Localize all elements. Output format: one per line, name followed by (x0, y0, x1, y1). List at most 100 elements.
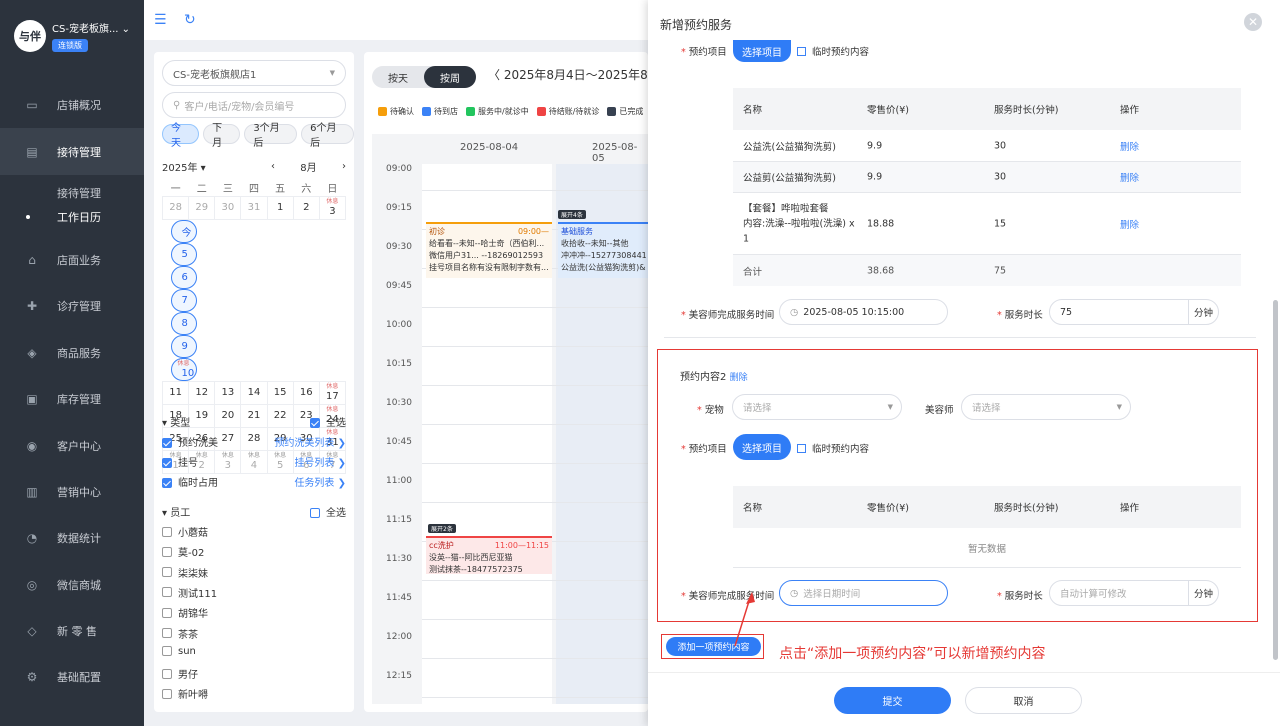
sidebar-item-10[interactable]: ◇ 新 零 售 (0, 608, 144, 654)
select-item-button[interactable]: 选择项目 (733, 434, 791, 460)
appointment-card[interactable]: 基础服务 收拾收--未知--其他 冲冲冲--15277308441 公益洗(公益… (558, 222, 648, 278)
sidebar-item-9[interactable]: ◎ 微信商城 (0, 562, 144, 608)
sidebar-item-4[interactable]: ◈ 商品服务 (0, 330, 144, 376)
calendar-day[interactable]: 11 (161, 380, 190, 405)
legend-item: 待结账/待就诊 (536, 106, 599, 117)
store-select[interactable]: CS-宠老板旗舰店1 ▼ (162, 60, 346, 86)
day-header: 2025-08-04 (460, 142, 519, 153)
pet-select[interactable]: 请选择 ▼ (732, 394, 902, 420)
staff-checkbox[interactable]: 莫-02 (162, 544, 204, 559)
temp-content-checkbox[interactable]: 临时预约内容 (797, 44, 869, 58)
appointment-card[interactable]: cc洗护 11:00—11:15 没英--猫--阿比西尼亚猫 测试抹茶--1847… (426, 536, 552, 574)
duration-input[interactable]: 75 分钟 (1049, 299, 1219, 325)
staff-checkbox[interactable]: 茶茶 (162, 626, 198, 641)
calendar-day[interactable]: 12 (188, 380, 216, 405)
date-range[interactable]: 〈 2025年8月4日～2025年8月 (488, 66, 648, 83)
delete-link[interactable]: 删除 (1120, 170, 1139, 184)
year-select[interactable]: 2025年 ▾ (162, 159, 206, 174)
temp-content-checkbox[interactable]: 临时预约内容 (797, 441, 869, 455)
staff-checkbox[interactable]: sun (162, 646, 196, 657)
prev-month-icon[interactable]: ‹ (271, 161, 275, 172)
type-list-link[interactable]: 挂号列表 ❯ (294, 454, 346, 469)
staff-name: sun (178, 645, 196, 657)
calendar-day[interactable]: 28 (161, 195, 190, 220)
quick-date-button[interactable]: 3个月后 (244, 123, 298, 149)
calendar-day[interactable]: 8 (170, 311, 197, 335)
select-item-button[interactable]: 选择项目 (733, 40, 791, 62)
calendar-day[interactable]: 2 (292, 195, 320, 220)
sidebar-item-1[interactable]: ▤ 接待管理 (0, 128, 144, 175)
groomer-select[interactable]: 请选择 ▼ (961, 394, 1131, 420)
search-input[interactable]: ⚲ 客户/电话/宠物/会员编号 (162, 92, 346, 118)
type-checkbox[interactable]: 临时占用 (162, 474, 218, 489)
chevron-down-icon[interactable]: ⌄ (122, 24, 130, 35)
finish-time-input[interactable]: ◷ 2025-08-05 10:15:00 (779, 299, 948, 325)
staff-checkbox[interactable]: 柒柒妹 (162, 565, 208, 580)
next-month-icon[interactable]: › (342, 161, 346, 172)
calendar-day[interactable]: 14 (240, 380, 268, 405)
calendar-day[interactable]: 29 (188, 195, 216, 220)
calendar-day[interactable]: 13 (214, 380, 242, 405)
time-gridline (422, 619, 648, 620)
toggle-day[interactable]: 按天 (372, 66, 424, 88)
calendar-day[interactable]: 15 (266, 380, 294, 405)
sidebar-item-2[interactable]: ⌂ 店面业务 (0, 237, 144, 283)
duration-input[interactable]: 自动计算可修改 分钟 (1049, 580, 1219, 606)
staff-checkbox[interactable]: 胡锦华 (162, 605, 208, 620)
delete-link[interactable]: 删除 (1120, 139, 1139, 153)
quick-date-button[interactable]: 下月 (203, 123, 241, 149)
menu-toggle-icon[interactable]: ☰ (154, 12, 167, 28)
cancel-button[interactable]: 取消 (965, 687, 1082, 714)
quick-date-button[interactable]: 6个月后 (301, 123, 354, 149)
brand[interactable]: 与伴 CS-宠老板旗... ⌄ 连锁版 (14, 20, 130, 52)
calendar-day[interactable]: 16 (292, 380, 320, 405)
staff-select-all[interactable]: 全选 (310, 504, 346, 519)
type-checkbox[interactable]: 挂号 (162, 454, 198, 469)
calendar-day[interactable]: 30 (214, 195, 242, 220)
sidebar-item-0[interactable]: ▭ 店铺概况 (0, 82, 144, 128)
calendar-day[interactable]: 今 (170, 219, 197, 243)
staff-checkbox[interactable]: 新叶嘚 (162, 686, 208, 701)
calendar-day[interactable]: 休息 10 (170, 357, 197, 381)
sidebar-item-6[interactable]: ◉ 客户中心 (0, 422, 144, 468)
collapse-icon[interactable]: ▾ (162, 418, 167, 429)
sidebar-item-5[interactable]: ▣ 库存管理 (0, 376, 144, 422)
content2-delete-link[interactable]: 删除 (730, 373, 748, 383)
close-icon[interactable]: ✕ (1244, 13, 1262, 31)
add-content-button[interactable]: 添加一项预约内容 (666, 637, 761, 656)
calendar-day[interactable]: 休息 17 (318, 380, 347, 405)
type-list-link[interactable]: 任务列表 ❯ (294, 474, 346, 489)
calendar-day[interactable]: 7 (170, 288, 197, 312)
staff-checkbox[interactable]: 男仔 (162, 666, 198, 681)
add-appointment-drawer: 新增预约服务 ✕ * 预约项目 选择项目 临时预约内容 名称 零售价(¥) 服务时… (648, 0, 1280, 726)
type-checkbox[interactable]: 预约洗美 (162, 434, 218, 449)
sidebar-item-11[interactable]: ⚙ 基础配置 (0, 654, 144, 700)
calendar-day[interactable]: 1 (266, 195, 294, 220)
sidebar-subitem-0[interactable]: 接待管理 (0, 181, 144, 205)
calendar-day[interactable]: 6 (170, 265, 197, 289)
staff-checkbox[interactable]: 小蘑菇 (162, 524, 208, 539)
legend-label: 待到店 (434, 107, 458, 116)
calendar-day[interactable]: 5 (170, 242, 197, 266)
calendar-day[interactable]: 休息 3 (318, 195, 347, 220)
expand-tag[interactable]: 展开2条 (428, 524, 456, 533)
appointment-card[interactable]: 初诊 09:00— 给看看--未知--哈士奇（西伯利... 微信用户31... -… (426, 222, 552, 278)
sidebar-item-8[interactable]: ◔ 数据统计 (0, 515, 144, 561)
delete-link[interactable]: 删除 (1120, 217, 1139, 231)
refresh-icon[interactable]: ↻ (184, 12, 196, 28)
finish-time-input[interactable]: ◷ 选择日期时间 (779, 580, 948, 606)
toggle-week[interactable]: 按周 (424, 66, 476, 88)
calendar-day[interactable]: 9 (170, 334, 197, 358)
sidebar-item-3[interactable]: ✚ 诊疗管理 (0, 283, 144, 329)
sidebar-subitem-1[interactable]: 工作日历 (0, 205, 144, 229)
submit-button[interactable]: 提交 (834, 687, 951, 714)
calendar-day[interactable]: 31 (240, 195, 268, 220)
type-select-all[interactable]: 全选 (310, 414, 346, 429)
collapse-icon[interactable]: ▾ (162, 508, 167, 519)
staff-checkbox[interactable]: 测试111 (162, 585, 217, 600)
sidebar-item-7[interactable]: ▥ 营销中心 (0, 469, 144, 515)
scrollbar[interactable] (1273, 300, 1278, 660)
expand-tag[interactable]: 展开4条 (558, 210, 586, 219)
type-list-link[interactable]: 预约洗美列表 ❯ (274, 434, 346, 449)
quick-date-button[interactable]: 今天 (162, 123, 200, 149)
